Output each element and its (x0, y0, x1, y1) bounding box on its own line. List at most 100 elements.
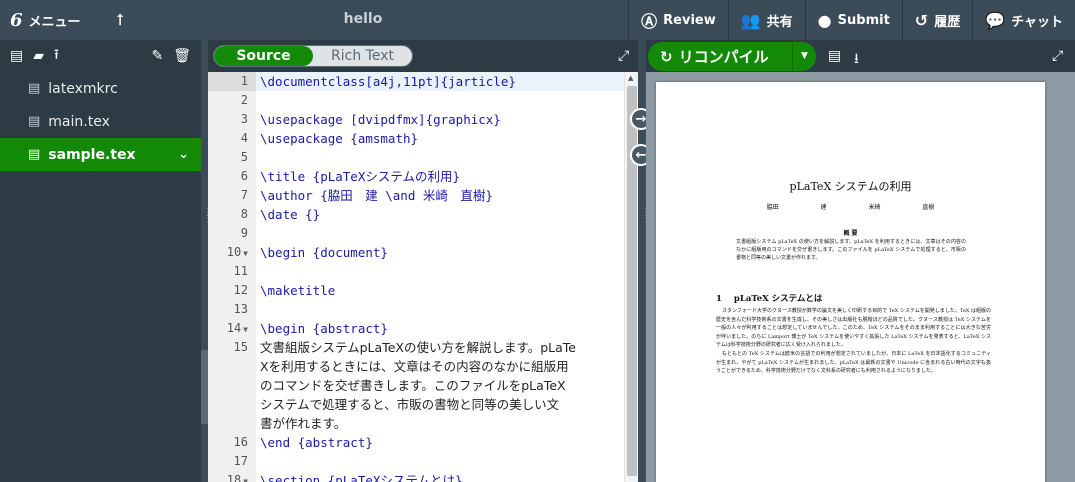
code-text: Xを利用するときには、文章はその内容のなかに組版用 (260, 359, 569, 374)
line-number: 18 ▼ (208, 471, 248, 482)
arrow-up-icon[interactable]: ⭡ (100, 0, 140, 40)
code-line[interactable]: 11 (234, 262, 624, 281)
file-icon: ▤ (28, 114, 41, 129)
logs-icon[interactable]: ▤ (828, 48, 841, 64)
code-text: \section {pLaTeXシステムとは} (260, 473, 463, 482)
pdf-preview[interactable]: pLaTeX システムの利用 脇田 建 米崎 直樹 概 要 文書組版システム p… (646, 72, 1075, 482)
source-mode-button[interactable]: Source (214, 46, 313, 66)
recompile-button[interactable]: ↻ リコンパイル ▼ (648, 42, 816, 71)
editor-scrollbar[interactable]: ▲ (624, 72, 638, 482)
fold-arrow-icon[interactable]: ▼ (243, 249, 248, 258)
submit-label: Submit (837, 12, 890, 28)
middle-splitter[interactable]: ⋮⋮ (638, 40, 651, 482)
code-line[interactable]: 18 ▼ \section {pLaTeXシステムとは} (227, 471, 624, 482)
line-number: 7 (240, 188, 248, 202)
file-item[interactable]: ▤ main.tex (0, 105, 201, 138)
body-paragraph: もともとの TeX システムは欧米の言語での利用が想定されていましたが、日本に … (716, 350, 991, 375)
menu-button[interactable]: 6 メニュー (0, 0, 100, 40)
expand-icon[interactable]: ⤢ (1052, 48, 1063, 64)
code-text: 文書組版システムpLaTeXの使い方を解説します。pLaTe (260, 340, 576, 355)
code-text: \begin {abstract} (260, 321, 388, 336)
review-button[interactable]: Ⓐ Review (628, 0, 728, 40)
file-name: sample.tex (48, 146, 136, 163)
code-line[interactable]: 5 (241, 148, 624, 167)
code-line[interactable]: Xを利用するときには、文章はその内容のなかに組版用 (256, 357, 624, 376)
code-line[interactable]: 10 ▼ \begin {document} (227, 243, 624, 262)
code-line[interactable]: 16 \end {abstract} (234, 433, 624, 452)
code-line[interactable]: 4 \usepackage {amsmath} (241, 129, 624, 148)
code-line[interactable]: のコマンドを交ぜ書きします。このファイルをpLaTeX (256, 376, 624, 395)
chat-label: チャット (1011, 14, 1063, 30)
fold-arrow-icon[interactable]: ▼ (243, 477, 248, 482)
code-line[interactable]: 3 \usepackage [dvipdfmx]{graphicx} (241, 110, 624, 129)
left-splitter[interactable]: ⋮⋮ (201, 40, 213, 482)
code-text: \author {脇田 建 \and 米崎 直樹} (260, 188, 493, 203)
line-number: 17 (233, 454, 248, 468)
file-item[interactable]: ▤ latexmkrc (0, 72, 201, 105)
file-name: main.tex (48, 113, 110, 130)
code-line[interactable]: 9 (241, 224, 624, 243)
download-pdf-icon[interactable]: ⭳ (854, 48, 859, 72)
code-line[interactable]: 書が作れます。 (256, 414, 624, 433)
line-number: 10 ▼ (226, 245, 248, 259)
upload-icon[interactable]: ⭱ (54, 44, 59, 68)
submit-button[interactable]: ● Submit (804, 0, 902, 40)
code-line[interactable]: 7 \author {脇田 建 \and 米崎 直樹} (241, 186, 624, 205)
code-line[interactable]: システムで処理すると、市販の書物と同等の美しい文 (256, 395, 624, 414)
collapse-file-tree-tab[interactable] (201, 350, 208, 424)
recompile-dropdown-icon[interactable]: ▼ (792, 42, 816, 71)
body-paragraph: スタンフォード大学のクヌース教授が数学の論文を美しく印刷する目的で TeX シス… (716, 308, 991, 349)
code-text: のコマンドを交ぜ書きします。このファイルをpLaTeX (260, 378, 566, 393)
share-label: 共有 (766, 14, 793, 30)
code-line[interactable]: 1 \documentclass[a4j,11pt]{jarticle} (241, 72, 624, 91)
expand-icon[interactable]: ⤢ (618, 48, 629, 64)
new-folder-icon[interactable]: ▰ (33, 48, 44, 64)
users-icon: 👥 (740, 10, 761, 30)
rename-pencil-icon[interactable]: ✎ (151, 48, 163, 64)
rich-text-mode-button[interactable]: Rich Text (313, 46, 412, 66)
history-button[interactable]: ↺ 履歴 (901, 0, 972, 40)
file-item-selected[interactable]: ▤ sample.tex ⌄ (0, 138, 201, 171)
doc-authors: 脇田 建 米崎 直樹 (766, 204, 935, 211)
delete-trash-icon[interactable]: 🗑 (173, 48, 191, 64)
editor-mode-toggle[interactable]: Source Rich Text (213, 45, 413, 67)
app-window: 6 メニュー ⭡ hello Ⓐ Review 👥 共有 ● Submit ↺ … (0, 0, 1075, 482)
line-number: 5 (240, 150, 248, 164)
project-title[interactable]: hello (330, 11, 396, 27)
chevron-down-icon[interactable]: ⌄ (178, 147, 189, 162)
code-line[interactable]: 13 (234, 300, 624, 319)
section-title: pLaTeX システムとは (733, 294, 823, 304)
line-number: 4 (240, 131, 248, 145)
file-tree-toolbar: ▤ ▰ ⭱ ✎ 🗑 (0, 40, 201, 72)
review-icon: Ⓐ (641, 12, 658, 31)
code-area[interactable]: 1 \documentclass[a4j,11pt]{jarticle} 2 3 \u… (227, 72, 624, 482)
line-number: 9 (240, 226, 248, 240)
share-button[interactable]: 👥 共有 (727, 0, 805, 40)
code-text: \usepackage {amsmath} (260, 131, 419, 146)
section-heading: 1 pLaTeX システムとは (716, 292, 822, 304)
code-text: \begin {document} (260, 245, 388, 260)
code-line[interactable]: 15 文書組版システムpLaTeXの使い方を解説します。pLaTe (234, 338, 624, 357)
recompile-label: リコンパイル (678, 48, 769, 66)
code-line[interactable]: 17 (234, 452, 624, 471)
fold-arrow-icon[interactable]: ▼ (243, 325, 248, 334)
scroll-up-icon[interactable]: ▲ (628, 74, 633, 82)
file-icon: ▤ (28, 81, 41, 96)
code-editor[interactable]: 1 \documentclass[a4j,11pt]{jarticle} 2 3 \u… (208, 72, 638, 482)
line-number: 11 (233, 264, 248, 278)
chat-button[interactable]: 💬 チャット (972, 0, 1075, 40)
new-file-icon[interactable]: ▤ (10, 48, 23, 64)
globe-icon: ● (817, 10, 832, 30)
code-line[interactable]: 8 \date {} (241, 205, 624, 224)
code-line[interactable]: 2 (241, 91, 624, 110)
doc-title: pLaTeX システムの利用 (789, 180, 912, 193)
code-line[interactable]: 12 \maketitle (234, 281, 624, 300)
editor-toolbar: Source Rich Text ⤢ (208, 40, 638, 72)
code-line[interactable]: 14 ▼ \begin {abstract} (227, 319, 624, 338)
chat-icon: 💬 (985, 10, 1006, 30)
code-text: \end {abstract} (260, 435, 373, 450)
code-line[interactable]: 6 \title {pLaTeXシステムの利用} (241, 167, 624, 186)
code-text: \documentclass[a4j,11pt]{jarticle} (260, 74, 516, 89)
